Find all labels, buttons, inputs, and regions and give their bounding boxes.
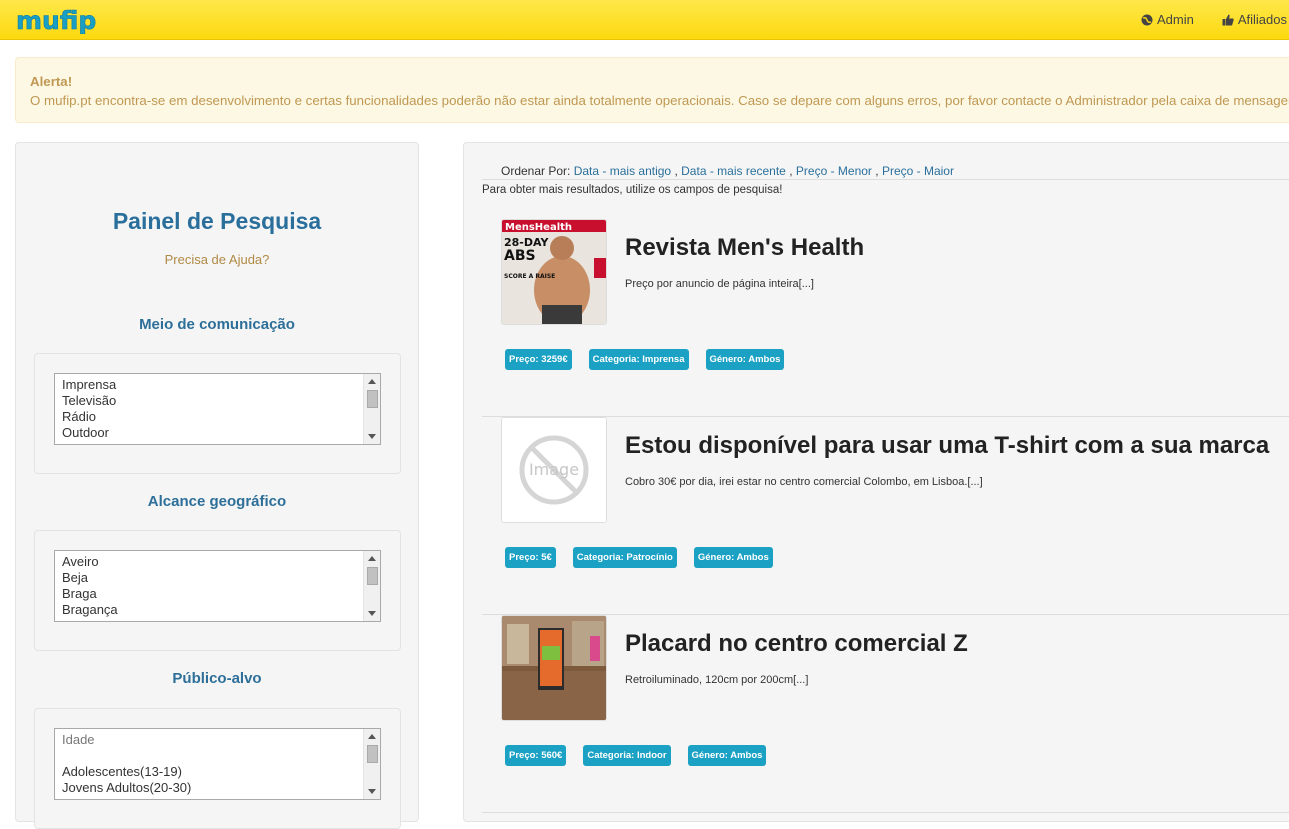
geo-option[interactable]: Braga xyxy=(62,586,380,602)
audience-listbox[interactable]: Idade Adolescentes(13-19) Jovens Adultos… xyxy=(54,728,381,800)
svg-text:SCORE A RAISE: SCORE A RAISE xyxy=(504,273,555,280)
top-navbar: mufip Admin Afiliados xyxy=(0,0,1289,40)
billboard-photo[interactable] xyxy=(501,615,607,721)
scroll-thumb[interactable] xyxy=(367,567,378,585)
media-section-title: Meio de comunicação xyxy=(139,316,295,333)
alert-title: Alerta! xyxy=(30,74,73,89)
geo-filter-box: Aveiro Beja Braga Bragança xyxy=(34,530,401,651)
mufip-logo[interactable]: mufip xyxy=(16,6,120,34)
svg-text:Image: Image xyxy=(529,460,579,479)
geo-option[interactable]: Aveiro xyxy=(62,554,380,570)
nav-affiliates-label: Afiliados xyxy=(1237,12,1287,27)
search-panel-title: Painel de Pesquisa xyxy=(112,208,322,234)
scroll-up-icon[interactable] xyxy=(368,379,376,384)
audience-section-title: Público-alvo xyxy=(172,670,262,687)
result-badges: Preço: 5€ Categoria: Patrocínio Género: … xyxy=(505,547,773,568)
geo-option[interactable]: Beja xyxy=(62,570,380,586)
globe-icon xyxy=(1141,14,1153,25)
no-image-placeholder[interactable]: Image xyxy=(501,417,607,523)
scroll-up-icon[interactable] xyxy=(368,556,376,561)
magazine-cover-image[interactable]: MensHealth 28-DAY ABS SCORE A RAISE xyxy=(501,219,607,325)
results-panel: Ordenar Por: Data - mais antigo , Data -… xyxy=(463,142,1289,822)
scroll-up-icon[interactable] xyxy=(368,734,376,739)
svg-text:mufip: mufip xyxy=(16,6,96,34)
result-title[interactable]: Revista Men's Health xyxy=(625,234,864,262)
search-panel: Painel de Pesquisa Precisa de Ajuda? Mei… xyxy=(15,142,419,829)
result-title[interactable]: Placard no centro comercial Z xyxy=(625,630,968,658)
gender-badge: Género: Ambos xyxy=(705,349,785,370)
media-option[interactable]: Outdoor xyxy=(62,425,380,441)
nav-admin[interactable]: Admin xyxy=(1141,12,1194,27)
category-badge: Categoria: Indoor xyxy=(583,745,671,766)
no-image-icon: Image xyxy=(502,418,606,522)
media-option[interactable]: Televisão xyxy=(62,393,380,409)
audience-option[interactable]: Adolescentes(13-19) xyxy=(62,764,380,780)
geo-section-title: Alcance geográfico xyxy=(147,493,287,510)
item-divider xyxy=(482,812,1289,813)
category-badge: Categoria: Imprensa xyxy=(588,349,689,370)
sort-separator: , xyxy=(875,164,879,178)
sort-bar: Ordenar Por: Data - mais antigo , Data -… xyxy=(501,164,954,178)
result-description: Retroiluminado, 120cm por 200cm[...] xyxy=(625,674,809,686)
magazine-cover-graphic: MensHealth 28-DAY ABS SCORE A RAISE xyxy=(502,220,606,324)
sort-divider xyxy=(482,179,1289,180)
result-description: Cobro 30€ por dia, irei estar no centro … xyxy=(625,476,983,488)
thumbs-up-icon xyxy=(1222,14,1234,25)
alert-message: O mufip.pt encontra-se em desenvolviment… xyxy=(30,93,1289,108)
sort-price-low-link[interactable]: Preço - Menor xyxy=(796,164,872,178)
result-description: Preço por anuncio de página inteira[...] xyxy=(625,278,814,290)
billboard-photo-graphic xyxy=(502,616,606,720)
media-scrollbar[interactable] xyxy=(363,374,380,444)
audience-option[interactable] xyxy=(62,748,380,764)
sort-newest-link[interactable]: Data - mais recente xyxy=(681,164,786,178)
audience-scrollbar[interactable] xyxy=(363,729,380,799)
gender-badge: Género: Ambos xyxy=(693,547,773,568)
scroll-down-icon[interactable] xyxy=(368,434,376,439)
scroll-down-icon[interactable] xyxy=(368,611,376,616)
help-link[interactable]: Precisa de Ajuda? xyxy=(16,252,418,267)
results-hint: Para obter mais resultados, utilize os c… xyxy=(482,184,783,196)
price-badge: Preço: 560€ xyxy=(505,745,567,766)
price-badge: Preço: 3259€ xyxy=(505,349,572,370)
sort-label: Ordenar Por: xyxy=(501,164,571,178)
media-option[interactable]: Rádio xyxy=(62,409,380,425)
scroll-thumb[interactable] xyxy=(367,390,378,408)
audience-option[interactable]: Idade xyxy=(62,732,380,748)
media-filter-box: Imprensa Televisão Rádio Outdoor xyxy=(34,353,401,474)
result-title[interactable]: Estou disponível para usar uma T-shirt c… xyxy=(625,432,1269,460)
audience-option[interactable]: Jovens Adultos(20-30) xyxy=(62,780,380,796)
alert-banner: Alerta! O mufip.pt encontra-se em desenv… xyxy=(15,57,1289,123)
svg-text:ABS: ABS xyxy=(504,248,536,264)
sort-separator: , xyxy=(674,164,678,178)
media-option[interactable]: Imprensa xyxy=(62,377,380,393)
scroll-thumb[interactable] xyxy=(367,745,378,763)
result-item[interactable]: Image Estou disponível para usar uma T-s… xyxy=(482,417,1289,615)
category-badge: Categoria: Patrocínio xyxy=(572,547,677,568)
result-item[interactable]: MensHealth 28-DAY ABS SCORE A RAISE Revi… xyxy=(482,219,1289,417)
price-badge: Preço: 5€ xyxy=(505,547,556,568)
svg-text:MensHealth: MensHealth xyxy=(505,222,572,233)
nav-affiliates[interactable]: Afiliados xyxy=(1222,12,1287,27)
nav-admin-label: Admin xyxy=(1157,12,1194,27)
result-badges: Preço: 3259€ Categoria: Imprensa Género:… xyxy=(505,349,785,370)
result-badges: Preço: 560€ Categoria: Indoor Género: Am… xyxy=(505,745,767,766)
geo-option[interactable]: Bragança xyxy=(62,602,380,618)
sort-price-high-link[interactable]: Preço - Maior xyxy=(882,164,954,178)
scroll-down-icon[interactable] xyxy=(368,789,376,794)
gender-badge: Género: Ambos xyxy=(687,745,767,766)
geo-listbox[interactable]: Aveiro Beja Braga Bragança xyxy=(54,550,381,622)
media-listbox[interactable]: Imprensa Televisão Rádio Outdoor xyxy=(54,373,381,445)
sort-oldest-link[interactable]: Data - mais antigo xyxy=(574,164,671,178)
audience-filter-box: Idade Adolescentes(13-19) Jovens Adultos… xyxy=(34,708,401,829)
result-item[interactable]: Placard no centro comercial Z Retroilumi… xyxy=(482,615,1289,813)
geo-scrollbar[interactable] xyxy=(363,551,380,621)
sort-separator: , xyxy=(789,164,793,178)
